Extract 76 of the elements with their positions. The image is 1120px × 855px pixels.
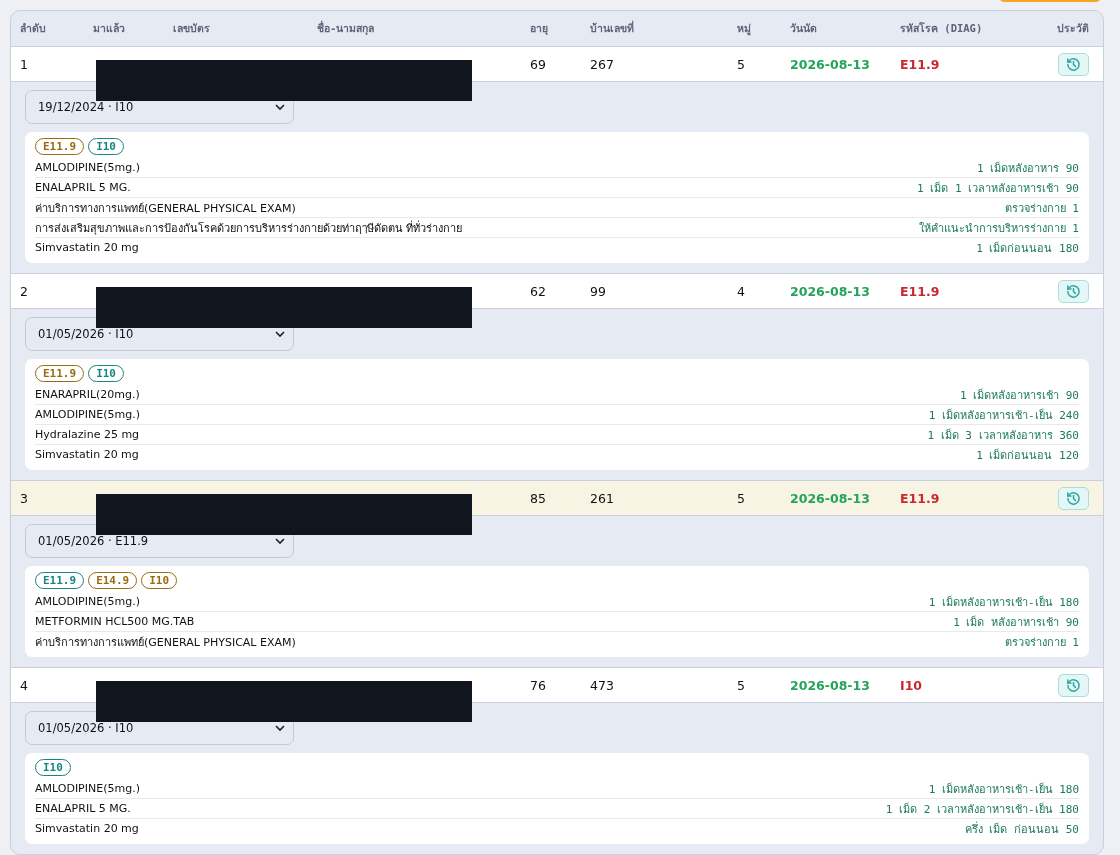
table-cell-text: 267 (590, 56, 615, 72)
drug-name: Hydralazine 25 mg (35, 428, 140, 441)
dose-instruction: 1 เม็ด 3 เวลาหลังอาหาร 360 (927, 427, 1079, 444)
table-cell-text: 3 (20, 490, 29, 506)
dose-instruction: ครึ่ง เม็ด ก่อนนอน 50 (964, 820, 1079, 838)
appointment-date: 2026-08-13 (790, 56, 871, 72)
appointment-date: 2026-08-13 (790, 490, 871, 506)
drug-name: AMLODIPINE(5mg.) (35, 408, 140, 421)
drug-name: ENALAPRIL 5 MG. (35, 181, 131, 194)
drug-name: ค่าบริการทางการแพทย์(GENERAL PHYSICAL EXAM) (35, 634, 296, 651)
table-cell-text: 4 (20, 677, 29, 693)
dose-instruction: 1 เม็ดหลังอาหาร 90 (976, 160, 1079, 177)
diagnosis-code: E11.9 (900, 56, 941, 72)
dose-instruction: 1 เม็ด 2 เวลาหลังอาหารเช้า-เย็น 180 (885, 801, 1079, 818)
table-cell-text: 99 (590, 283, 607, 299)
column-header: เลขบัตร (173, 21, 211, 36)
history-icon (1066, 677, 1081, 693)
history-icon (1066, 490, 1081, 506)
table-cell-text: 473 (590, 677, 615, 693)
drug-name: AMLODIPINE(5mg.) (35, 782, 140, 795)
table-cell-text: 261 (590, 490, 615, 506)
dose-instruction: 1 เม็ดหลังอาหารเช้า 90 (959, 387, 1079, 404)
column-header: รหัสโรค (DIAG) (900, 21, 984, 36)
chevron-icon (275, 330, 285, 338)
history-button[interactable] (1058, 673, 1089, 697)
chevron-icon (275, 537, 285, 545)
drug-name: Simvastatin 20 mg (35, 822, 139, 835)
column-header: ลำดับ (20, 21, 47, 36)
table-cell-text: 62 (530, 283, 547, 299)
appointment-date: 2026-08-13 (790, 677, 871, 693)
drug-name: AMLODIPINE(5mg.) (35, 595, 140, 608)
drug-name: การส่งเสริมสุขภาพและการป้องกันโรคด้วยการบริหารร่างกายด้วยท่าฤๅษีดัดตน ที่ทั่วร่างกาย (35, 219, 463, 237)
drug-name: METFORMIN HCL500 MG.TAB (35, 615, 195, 628)
dose-instruction: 1 เม็ดหลังอาหารเช้า-เย็น 180 (928, 594, 1079, 611)
diagnosis-code: E11.9 (900, 283, 941, 299)
chevron-icon (275, 724, 285, 732)
dose-instruction: 1 เม็ด 1 เวลาหลังอาหารเช้า 90 (917, 180, 1079, 197)
table-cell-text: 5 (737, 677, 746, 693)
dose-instruction: ตรวจร่างกาย 1 (1004, 200, 1079, 217)
dose-instruction: 1 เม็ดก่อนนอน 120 (976, 447, 1079, 464)
table-cell-text: 5 (737, 490, 746, 506)
chevron-icon (275, 103, 285, 111)
column-header: บ้านเลขที่ (590, 20, 635, 36)
column-header: มาแล้ว (93, 21, 126, 36)
column-header: ประวัติ (1057, 21, 1089, 36)
appointment-date: 2026-08-13 (790, 283, 871, 299)
drug-name: ENARAPRIL(20mg.) (35, 388, 140, 401)
table-cell-text: 69 (530, 56, 547, 72)
drug-name: Simvastatin 20 mg (35, 448, 139, 461)
table-cell-text: 2 (20, 283, 29, 299)
diagnosis-code: I10 (900, 677, 924, 693)
drug-name: Simvastatin 20 mg (35, 241, 139, 254)
dose-instruction: 1 เม็ด หลังอาหารเช้า 90 (953, 614, 1079, 631)
table-cell-text: 4 (737, 283, 746, 299)
history-button[interactable] (1058, 486, 1089, 510)
history-icon (1066, 56, 1081, 72)
column-header: หมู่ (737, 21, 752, 37)
dose-instruction: 1 เม็ดก่อนนอน 180 (976, 240, 1079, 257)
history-button[interactable] (1058, 52, 1089, 76)
dose-instruction: 1 เม็ดหลังอาหารเช้า-เย็น 180 (928, 781, 1079, 798)
dose-instruction: ตรวจร่างกาย 1 (1004, 634, 1079, 651)
table-cell-text: 1 (20, 56, 29, 72)
dose-instruction: ให้คำแนะนำการบริหารร่างกาย 1 (918, 220, 1079, 237)
table-cell-text: 76 (530, 677, 547, 693)
table-cell-text: 5 (737, 56, 746, 72)
column-header: วันนัด (790, 21, 818, 36)
drug-name: AMLODIPINE(5mg.) (35, 161, 140, 174)
drug-name: ค่าบริการทางการแพทย์(GENERAL PHYSICAL EXAM) (35, 200, 296, 217)
drug-name: ENALAPRIL 5 MG. (35, 802, 131, 815)
history-button[interactable] (1058, 279, 1089, 303)
table-cell-text: 85 (530, 490, 547, 506)
history-icon (1066, 283, 1081, 299)
column-header: อายุ (530, 21, 549, 37)
dose-instruction: 1 เม็ดหลังอาหารเช้า-เย็น 240 (928, 407, 1079, 424)
diagnosis-code: E11.9 (900, 490, 941, 506)
column-header: ชื่อ-นามสกุล (317, 20, 376, 37)
